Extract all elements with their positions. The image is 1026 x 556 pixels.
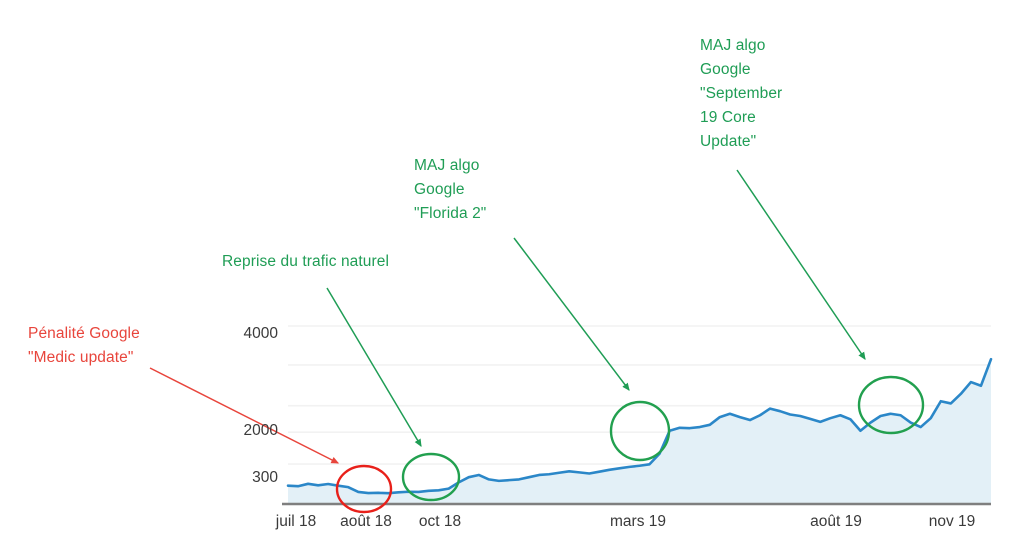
x-tick-label: mars 19 xyxy=(610,513,666,530)
chart-svg-layer xyxy=(149,169,993,514)
annotation-reprise-trafic: Reprise du trafic naturel xyxy=(222,253,390,270)
arrow-september-19-core-update xyxy=(736,169,866,360)
annotation-medic-update: Pénalité Google "Medic update" xyxy=(28,325,140,366)
y-tick-label: 300 xyxy=(252,469,278,486)
arrow-medic-update xyxy=(149,367,340,464)
chart-figure: 4000 2000 300 juil 18 août 18 oct 18 mars 19 a… xyxy=(0,0,1026,556)
x-tick-label: oct 18 xyxy=(418,513,462,530)
y-tick-label: 4000 xyxy=(243,325,278,342)
arrow-florida-2 xyxy=(513,237,630,391)
x-tick-label: août 19 xyxy=(810,513,862,530)
annotation-florida-2: MAJ algo Google "Florida 2" xyxy=(414,157,487,222)
x-tick-label: nov 19 xyxy=(928,513,976,530)
marker-florida xyxy=(609,400,671,462)
chart-area-fill xyxy=(288,359,991,503)
y-tick-label: 2000 xyxy=(243,422,278,439)
arrow-reprise-trafic xyxy=(326,287,422,448)
annotation-september-19-core-update: MAJ algo Google "September 19 Core Updat… xyxy=(700,37,783,150)
